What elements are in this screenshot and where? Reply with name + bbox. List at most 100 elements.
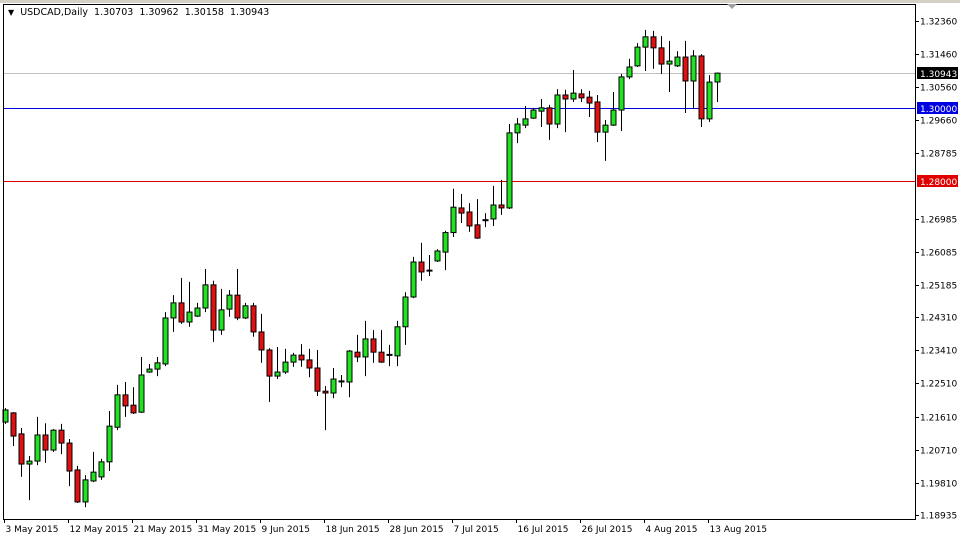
chart-background bbox=[0, 0, 960, 539]
price-tag-label: 1.30943 bbox=[920, 70, 957, 80]
y-tick-label: 1.19810 bbox=[920, 480, 957, 490]
x-tick-label: 7 Jul 2015 bbox=[454, 525, 499, 535]
candle bbox=[98, 458, 105, 480]
candle-body-bull bbox=[514, 123, 521, 134]
candle-body-bull bbox=[170, 302, 177, 319]
y-tick-label: 1.26985 bbox=[920, 216, 957, 226]
candle-body-bear bbox=[562, 94, 569, 100]
candle bbox=[410, 256, 417, 299]
symbol-timeframe: USDCAD,Daily bbox=[20, 7, 88, 18]
candle-body-bull bbox=[154, 362, 161, 370]
x-tick-label: 13 Aug 2015 bbox=[710, 525, 768, 535]
candle-body-bull bbox=[450, 206, 457, 234]
candle-body-bear bbox=[418, 261, 425, 273]
candle-body-bear bbox=[586, 96, 593, 104]
candlestick-chart[interactable]: 1.32360 1.31460 1.30560 1.29660 1.28785 1.269… bbox=[0, 0, 960, 539]
candle-body-bull bbox=[186, 311, 193, 323]
candle-body-bull bbox=[618, 76, 625, 111]
window-top-edge bbox=[0, 0, 960, 3]
candle-body-bear bbox=[546, 107, 553, 125]
candle-body-bear bbox=[66, 442, 73, 472]
candle-body-bull bbox=[106, 425, 113, 463]
candle-body-bear bbox=[498, 204, 505, 209]
candle-body-bull bbox=[338, 380, 345, 383]
candle-body-bull bbox=[114, 394, 121, 428]
candle-body-bear bbox=[314, 367, 321, 392]
x-tick-label: 9 Jun 2015 bbox=[262, 525, 310, 535]
candle-body-bull bbox=[394, 326, 401, 357]
x-tick-label: 18 Jun 2015 bbox=[326, 525, 380, 535]
candle-body-bull bbox=[554, 94, 561, 125]
candle-body-bull bbox=[146, 368, 153, 373]
y-tick-label: 1.32360 bbox=[920, 18, 957, 28]
x-tick-label: 16 Jul 2015 bbox=[518, 525, 569, 535]
candle-body-bear bbox=[210, 284, 217, 331]
candle-body-bull bbox=[426, 269, 433, 272]
candle-body-bear bbox=[682, 56, 689, 82]
candle-body-bear bbox=[458, 207, 465, 214]
candle-body-bear bbox=[354, 351, 361, 358]
candle bbox=[74, 465, 81, 504]
ohlc-low: 1.30158 bbox=[184, 7, 224, 18]
candle-body-bear bbox=[578, 93, 585, 99]
ohlc-close: 1.30943 bbox=[230, 7, 270, 18]
candle bbox=[554, 89, 561, 129]
y-tick-label: 1.21610 bbox=[920, 414, 957, 424]
candle-body-bear bbox=[122, 394, 129, 407]
candle-body-bull bbox=[50, 429, 57, 451]
candle-body-bull bbox=[242, 305, 249, 319]
candle-body-bull bbox=[610, 109, 617, 126]
candle-body-bull bbox=[482, 219, 489, 222]
candle-body-bull bbox=[714, 72, 721, 83]
y-tick-label: 1.23410 bbox=[920, 347, 957, 357]
candle-body-bear bbox=[18, 433, 25, 465]
candle-body-bull bbox=[690, 55, 697, 82]
y-tick-label: 1.31460 bbox=[920, 51, 957, 61]
y-tick-label: 1.30560 bbox=[920, 84, 957, 94]
candle-body-bull bbox=[138, 374, 145, 413]
x-tick-label: 3 May 2015 bbox=[6, 525, 59, 535]
x-tick-label: 26 Jul 2015 bbox=[582, 525, 633, 535]
candle-body-bull bbox=[666, 60, 673, 65]
candle-body-bear bbox=[266, 349, 273, 377]
candle-body-bull bbox=[194, 307, 201, 317]
x-tick-label: 28 Jun 2015 bbox=[390, 525, 444, 535]
candle-body-bull bbox=[642, 36, 649, 48]
candle bbox=[706, 75, 713, 122]
candle-body-bull bbox=[490, 204, 497, 220]
dropdown-triangle-icon[interactable]: ▼ bbox=[8, 8, 14, 17]
candle-body-bull bbox=[362, 338, 369, 358]
candle-body-bear bbox=[386, 353, 393, 356]
candle-body-bear bbox=[42, 434, 49, 451]
y-tick-label: 1.18935 bbox=[920, 512, 957, 522]
candle-body-bull bbox=[538, 107, 545, 112]
candle bbox=[434, 249, 441, 263]
candle-body-bear bbox=[594, 101, 601, 133]
candle-body-bear bbox=[474, 224, 481, 239]
ohlc-open: 1.30703 bbox=[94, 7, 134, 18]
candle-body-bull bbox=[90, 471, 97, 482]
x-tick-label: 21 May 2015 bbox=[134, 525, 193, 535]
candle-body-bull bbox=[202, 284, 209, 309]
x-tick-label: 12 May 2015 bbox=[70, 525, 129, 535]
candle-body-bear bbox=[234, 294, 241, 319]
candle-body-bear bbox=[74, 469, 81, 503]
price-tag-label: 1.28000 bbox=[920, 178, 957, 188]
candle-body-bull bbox=[34, 434, 41, 462]
candle-body-bear bbox=[378, 351, 385, 363]
candle-body-bull bbox=[274, 371, 281, 377]
y-tick-label: 1.24310 bbox=[920, 314, 957, 324]
candle-body-bull bbox=[82, 479, 89, 503]
candle-body-bull bbox=[706, 81, 713, 120]
candle-body-bear bbox=[258, 331, 265, 351]
candle-body-bull bbox=[26, 460, 33, 465]
candle-body-bull bbox=[506, 132, 513, 209]
candle-body-bull bbox=[570, 92, 577, 100]
y-tick-label: 1.29660 bbox=[920, 117, 957, 127]
candle-body-bear bbox=[306, 359, 313, 369]
candle-body-bull bbox=[442, 232, 449, 253]
y-tick-label: 1.20710 bbox=[920, 447, 957, 457]
y-tick-label: 1.25185 bbox=[920, 282, 957, 292]
chart-header: ▼ USDCAD,Daily 1.30703 1.30962 1.30158 1… bbox=[8, 7, 272, 18]
y-tick-label: 1.26085 bbox=[920, 249, 957, 259]
